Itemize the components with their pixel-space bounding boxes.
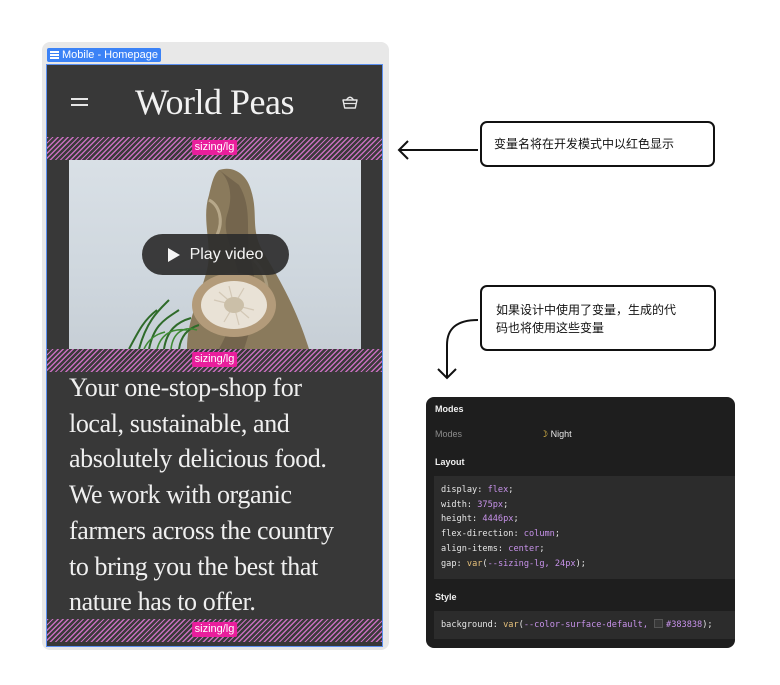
- code-value: flex: [487, 485, 509, 495]
- style-section-title: Style: [435, 592, 457, 602]
- style-code-block[interactable]: background: var(--color-surface-default,…: [434, 611, 735, 639]
- frame-name-text: Mobile - Homepage: [62, 49, 158, 61]
- brand-title: World Peas: [134, 82, 295, 122]
- sizing-spacer-middle: sizing/lg: [47, 349, 382, 372]
- code-line: align-items: center;: [441, 543, 545, 554]
- code-line: gap: var(--sizing-lg, 24px);: [441, 558, 586, 569]
- code-function: var: [466, 558, 483, 569]
- code-prop: height: [441, 514, 473, 525]
- intro-line: farmers across the country: [69, 515, 334, 545]
- top-nav-bar: World Peas: [47, 65, 382, 137]
- callout-text-line: 码也将使用这些变量: [496, 321, 605, 335]
- code-prop: display: [441, 485, 478, 495]
- play-video-button[interactable]: Play video: [142, 234, 289, 275]
- modes-value[interactable]: ☽ Night: [540, 429, 572, 440]
- code-value: --sizing-lg, 24px: [487, 558, 576, 569]
- callout-text-line: 如果设计中使用了变量，生成的代: [496, 303, 677, 317]
- color-swatch: [654, 619, 664, 628]
- moon-icon: ☽: [540, 429, 549, 439]
- layout-code-block[interactable]: display: flex; width: 375px; height: 444…: [434, 476, 735, 579]
- modes-row[interactable]: Modes ☽ Night: [435, 429, 725, 439]
- intro-line: Your one-stop-shop for: [69, 373, 302, 402]
- play-icon: [167, 247, 180, 262]
- modes-label: Modes: [435, 429, 463, 439]
- frame-icon: [50, 51, 59, 59]
- code-value: 375px: [477, 499, 504, 510]
- code-value: --color-surface-default,: [523, 620, 649, 630]
- layout-section-title: Layout: [435, 457, 465, 467]
- basket-icon[interactable]: [341, 93, 359, 111]
- dev-mode-inspect-panel: Modes Modes ☽ Night Layout display: flex…: [426, 397, 735, 648]
- variable-name-callout: 变量名将在开发模式中以红色显示: [480, 121, 715, 167]
- intro-line: local, sustainable, and: [69, 408, 290, 438]
- modes-value-text: Night: [550, 429, 572, 439]
- code-value: center: [508, 543, 540, 554]
- code-function: var: [503, 620, 519, 630]
- code-hex-value: #383838: [666, 620, 703, 630]
- hero-video-image[interactable]: Play video: [69, 160, 361, 349]
- callout-text: 变量名将在开发模式中以红色显示: [494, 137, 675, 151]
- sizing-variable-tag: sizing/lg: [191, 622, 238, 637]
- code-line: height: 4446px;: [441, 514, 519, 525]
- code-variables-callout: 如果设计中使用了变量，生成的代 码也将使用这些变量: [480, 285, 716, 351]
- sizing-variable-tag: sizing/lg: [191, 140, 238, 155]
- frame-name-label[interactable]: Mobile - Homepage: [47, 48, 161, 62]
- code-prop: flex-direction: [441, 529, 514, 540]
- intro-line: to bring you the best that: [69, 551, 318, 581]
- intro-line: We work with organic: [69, 480, 292, 510]
- code-line: flex-direction: column;: [441, 529, 561, 540]
- code-value: 4446px: [482, 514, 514, 525]
- code-prop: width: [441, 499, 467, 510]
- modes-section-title: Modes: [435, 404, 464, 414]
- mobile-homepage-frame[interactable]: World Peas sizing/lg Play video sizing/l…: [46, 64, 383, 647]
- intro-line: absolutely delicious food.: [69, 444, 327, 474]
- code-prop: gap: [441, 558, 457, 569]
- code-value: column: [523, 529, 555, 540]
- code-line: display: flex;: [441, 485, 514, 495]
- code-line: background: var(--color-surface-default,…: [441, 619, 713, 630]
- code-prop: background: [441, 620, 493, 630]
- intro-line: nature has to offer.: [69, 587, 256, 617]
- intro-paragraph: Your one-stop-shop for local, sustainabl…: [69, 370, 369, 620]
- play-video-label: Play video: [189, 245, 264, 263]
- sizing-variable-tag: sizing/lg: [191, 352, 238, 367]
- code-line: width: 375px;: [441, 499, 509, 510]
- code-prop: align-items: [441, 543, 498, 554]
- sizing-spacer-bottom: sizing/lg: [47, 619, 382, 642]
- sizing-spacer-top: sizing/lg: [47, 137, 382, 160]
